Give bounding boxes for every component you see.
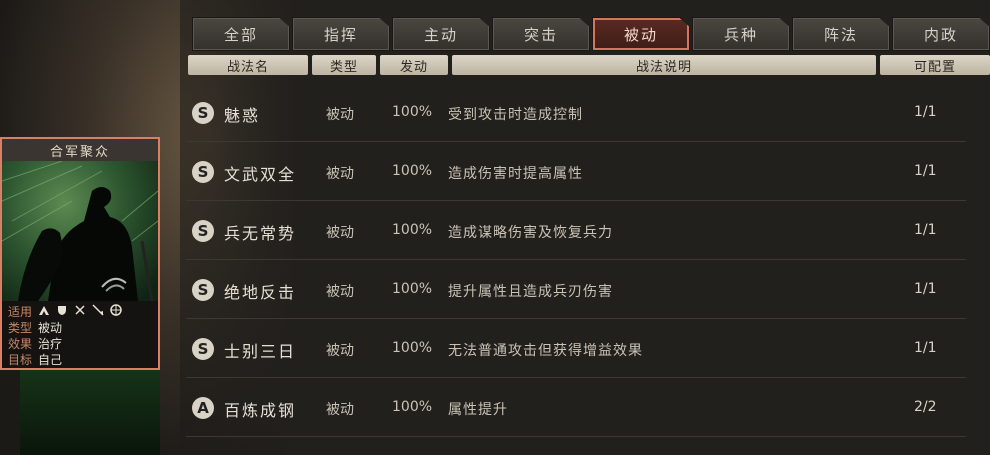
tactic-name: 兵无常势 <box>224 224 297 243</box>
tactic-description: 受到攻击时造成控制 <box>448 107 583 123</box>
table-row[interactable]: S 绝地反击 被动 100% 提升属性且造成兵刃伤害 1/1 <box>186 262 966 319</box>
use-label: 适用 <box>7 305 32 319</box>
grade-badge: S <box>192 102 214 124</box>
table-row[interactable]: S 士别三日 被动 100% 无法普通攻击但获得增益效果 1/1 <box>186 321 966 378</box>
header-config[interactable]: 可配置 <box>880 55 990 75</box>
header-type[interactable]: 类型 <box>312 55 376 75</box>
grade-badge: S <box>192 279 214 301</box>
tactic-config: 1/1 <box>914 222 937 238</box>
shield-icon <box>56 304 68 316</box>
tactic-name: 文武双全 <box>224 165 297 184</box>
tab-formation[interactable]: 阵法 <box>792 17 890 51</box>
grade-badge: S <box>192 161 214 183</box>
siege-icon <box>110 304 122 316</box>
type-value: 被动 <box>38 321 63 335</box>
effect-label: 效果 <box>7 337 32 351</box>
tactic-name: 士别三日 <box>224 342 297 361</box>
tactic-config: 2/2 <box>914 399 937 415</box>
tactic-rate: 100% <box>392 281 433 297</box>
tactic-name: 百炼成钢 <box>224 401 297 420</box>
spear-icon <box>92 304 104 316</box>
table-row[interactable]: A 百炼成钢 被动 100% 属性提升 2/2 <box>186 380 966 437</box>
tab-all[interactable]: 全部 <box>192 17 290 51</box>
tactic-config: 1/1 <box>914 281 937 297</box>
bow-icon <box>74 304 86 316</box>
card-info: 适用 类型 被动 效果 治疗 目标 自己 <box>2 301 158 368</box>
tab-troop[interactable]: 兵种 <box>692 17 790 51</box>
card-title: 合军聚众 <box>2 139 158 161</box>
tab-internal[interactable]: 内政 <box>892 17 990 51</box>
tactic-type: 被动 <box>326 284 354 300</box>
tactic-rate: 100% <box>392 340 433 356</box>
tactic-type: 被动 <box>326 107 354 123</box>
unit-icons <box>38 304 122 316</box>
table-row[interactable]: S 兵无常势 被动 100% 造成谋略伤害及恢复兵力 1/1 <box>186 203 966 260</box>
tactic-type: 被动 <box>326 402 354 418</box>
tab-assault[interactable]: 突击 <box>492 17 590 51</box>
grade-badge: A <box>192 397 214 419</box>
warrior-silhouette-icon <box>2 161 158 301</box>
tactic-rate: 100% <box>392 104 433 120</box>
tab-command[interactable]: 指挥 <box>292 17 390 51</box>
tactic-name: 绝地反击 <box>224 283 297 302</box>
tactic-config: 1/1 <box>914 104 937 120</box>
tactic-config: 1/1 <box>914 340 937 356</box>
table-row[interactable]: S 文武双全 被动 100% 造成伤害时提高属性 1/1 <box>186 144 966 201</box>
tactic-type: 被动 <box>326 343 354 359</box>
tactic-rate: 100% <box>392 222 433 238</box>
tactic-description: 无法普通攻击但获得增益效果 <box>448 343 643 359</box>
tactic-rate: 100% <box>392 163 433 179</box>
header-name[interactable]: 战法名 <box>188 55 308 75</box>
tab-active[interactable]: 主动 <box>392 17 490 51</box>
table-header: 战法名 类型 发动 战法说明 可配置 <box>0 55 990 75</box>
tab-passive[interactable]: 被动 <box>592 17 690 51</box>
type-label: 类型 <box>7 321 32 335</box>
header-rate[interactable]: 发动 <box>380 55 448 75</box>
category-tabs: 全部 指挥 主动 突击 被动 兵种 阵法 内政 <box>192 17 990 51</box>
tactic-description: 提升属性且造成兵刃伤害 <box>448 284 613 300</box>
header-description: 战法说明 <box>452 55 876 75</box>
tactic-description: 造成谋略伤害及恢复兵力 <box>448 225 613 241</box>
table-row[interactable]: S 魅惑 被动 100% 受到攻击时造成控制 1/1 <box>186 85 966 142</box>
next-card-preview[interactable] <box>20 370 160 455</box>
tactic-type: 被动 <box>326 166 354 182</box>
effect-value: 治疗 <box>38 337 63 351</box>
tactic-name: 魅惑 <box>224 106 261 125</box>
tactic-card[interactable]: 合军聚众 适用 类型 被动 效果 治疗 目标 自己 <box>0 137 160 370</box>
cavalry-icon <box>38 304 50 316</box>
card-artwork <box>2 161 158 301</box>
tactic-description: 造成伤害时提高属性 <box>448 166 583 182</box>
grade-badge: S <box>192 220 214 242</box>
tactic-description: 属性提升 <box>448 402 508 418</box>
tactic-config: 1/1 <box>914 163 937 179</box>
target-label: 目标 <box>7 353 32 367</box>
target-value: 自己 <box>38 353 63 367</box>
grade-badge: S <box>192 338 214 360</box>
tactic-rate: 100% <box>392 399 433 415</box>
tactic-type: 被动 <box>326 225 354 241</box>
